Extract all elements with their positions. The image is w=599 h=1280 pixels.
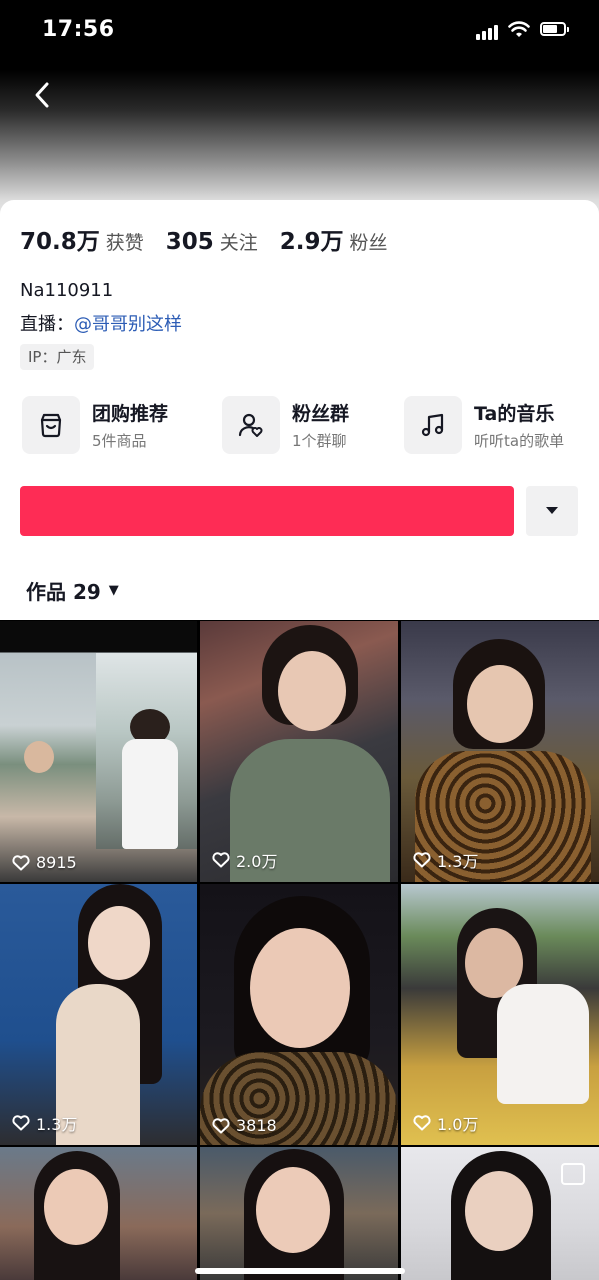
video-thumbnail[interactable]: 1.3万 xyxy=(401,621,599,882)
heart-icon xyxy=(12,854,30,870)
video-thumbnail[interactable]: 3818 xyxy=(200,884,398,1145)
video-grid: 8915 2.0万 1.3万 1.3万 3818 1.0万 xyxy=(0,621,599,1280)
stat-value: 2.9万 xyxy=(279,229,344,255)
video-thumbnail[interactable] xyxy=(401,1147,599,1280)
status-time: 17:56 xyxy=(42,17,115,42)
video-thumbnail[interactable]: 8915 xyxy=(0,621,197,882)
heart-icon xyxy=(413,852,431,868)
likes-count: 1.0万 xyxy=(437,1115,479,1134)
feature-title: Ta的音乐 xyxy=(474,403,555,425)
video-thumbnail[interactable]: 2.0万 xyxy=(200,621,398,882)
video-thumbnail[interactable]: 1.3万 xyxy=(0,884,197,1145)
heart-icon xyxy=(12,1115,30,1131)
stat-value: 70.8万 xyxy=(20,229,100,255)
follow-button[interactable] xyxy=(20,486,514,536)
video-likes: 1.3万 xyxy=(413,848,478,872)
status-bar: 17:56 xyxy=(0,0,599,60)
heart-icon xyxy=(212,852,230,868)
video-thumbnail[interactable]: 1.0万 xyxy=(401,884,599,1145)
stat-likes: 70.8万 获赞 xyxy=(20,222,144,256)
heart-icon xyxy=(413,1115,431,1131)
fan-group-icon xyxy=(222,396,280,454)
live-account-link[interactable]: @哥哥别这样 xyxy=(74,314,182,335)
tab-works[interactable]: 作品 29 ▼ xyxy=(26,576,119,605)
video-likes: 2.0万 xyxy=(212,848,277,872)
video-likes: 3818 xyxy=(212,1116,277,1135)
profile-stats: 70.8万 获赞 305 关注 2.9万 粉丝 xyxy=(20,222,410,256)
stat-label: 获赞 xyxy=(105,232,144,254)
stat-followers[interactable]: 2.9万 粉丝 xyxy=(280,222,388,256)
video-thumbnail[interactable] xyxy=(0,1147,197,1280)
video-likes: 1.0万 xyxy=(413,1111,478,1135)
stat-label: 关注 xyxy=(219,232,258,254)
caret-down-icon: ▼ xyxy=(108,583,119,598)
chevron-left-icon xyxy=(35,82,49,108)
username: Na110911 xyxy=(20,280,114,301)
likes-count: 1.3万 xyxy=(36,1115,78,1134)
likes-count: 2.0万 xyxy=(236,852,278,871)
wifi-icon xyxy=(508,21,530,37)
cellular-signal-icon xyxy=(476,24,502,40)
feature-title: 团购推荐 xyxy=(92,403,169,425)
caret-down-icon xyxy=(546,507,558,514)
live-prefix: 直播： xyxy=(20,314,74,335)
profile-card: 70.8万 获赞 305 关注 2.9万 粉丝 Na110911 直播：@哥哥别… xyxy=(0,200,599,620)
feature-title: 粉丝群 xyxy=(292,403,350,425)
battery-icon xyxy=(540,22,570,38)
shopping-bag-icon xyxy=(22,396,80,454)
likes-count: 8915 xyxy=(36,853,77,872)
likes-count: 3818 xyxy=(236,1116,277,1135)
heart-icon xyxy=(212,1117,230,1133)
video-likes: 8915 xyxy=(12,853,77,872)
live-info: 直播：@哥哥别这样 xyxy=(20,310,182,336)
video-likes: 1.3万 xyxy=(12,1111,77,1135)
likes-count: 1.3万 xyxy=(437,852,479,871)
tab-works-label: 作品 29 xyxy=(26,580,101,604)
more-options-button[interactable] xyxy=(526,486,578,536)
video-thumbnail[interactable] xyxy=(200,1147,398,1280)
ip-location-tag: IP：广东 xyxy=(20,344,95,370)
home-indicator xyxy=(195,1268,405,1274)
feature-subtitle: 听听ta的歌单 xyxy=(474,432,565,450)
stat-label: 粉丝 xyxy=(349,232,388,254)
stat-value: 305 xyxy=(165,229,214,255)
back-button[interactable] xyxy=(28,78,58,112)
stat-following[interactable]: 305 关注 xyxy=(166,228,258,255)
music-note-icon xyxy=(404,396,462,454)
feature-subtitle: 5件商品 xyxy=(92,432,147,450)
feature-subtitle: 1个群聊 xyxy=(292,432,347,450)
